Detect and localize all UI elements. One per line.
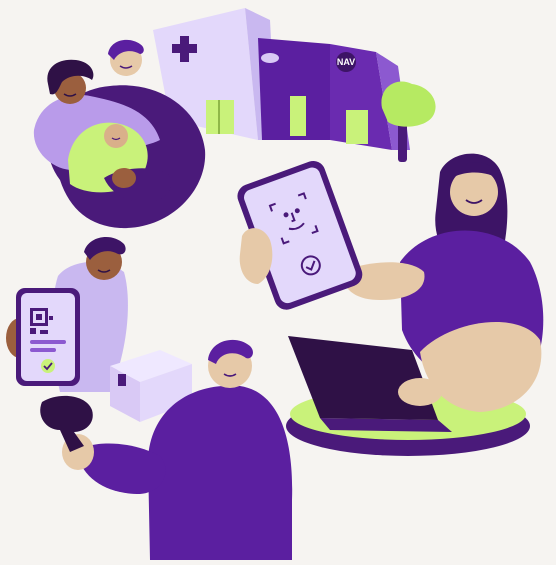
- building-logo: [261, 53, 279, 63]
- nav-building-door: [346, 110, 368, 144]
- checkmark-icon: [41, 359, 55, 373]
- phone-qr-code: [16, 288, 80, 386]
- middle-building-door: [290, 96, 306, 136]
- woman-laptop-group: [237, 153, 544, 456]
- laptop-base: [320, 418, 452, 432]
- qr-person-group: [6, 237, 128, 392]
- digital-services-illustration: NAV: [6, 8, 544, 560]
- woman-hand-laptop: [398, 378, 442, 406]
- mother-hand: [112, 168, 136, 188]
- nav-logo-text: NAV: [337, 57, 355, 67]
- baby-head: [104, 124, 128, 148]
- illustration-stage: NAV: [0, 0, 556, 565]
- man-body: [148, 385, 293, 560]
